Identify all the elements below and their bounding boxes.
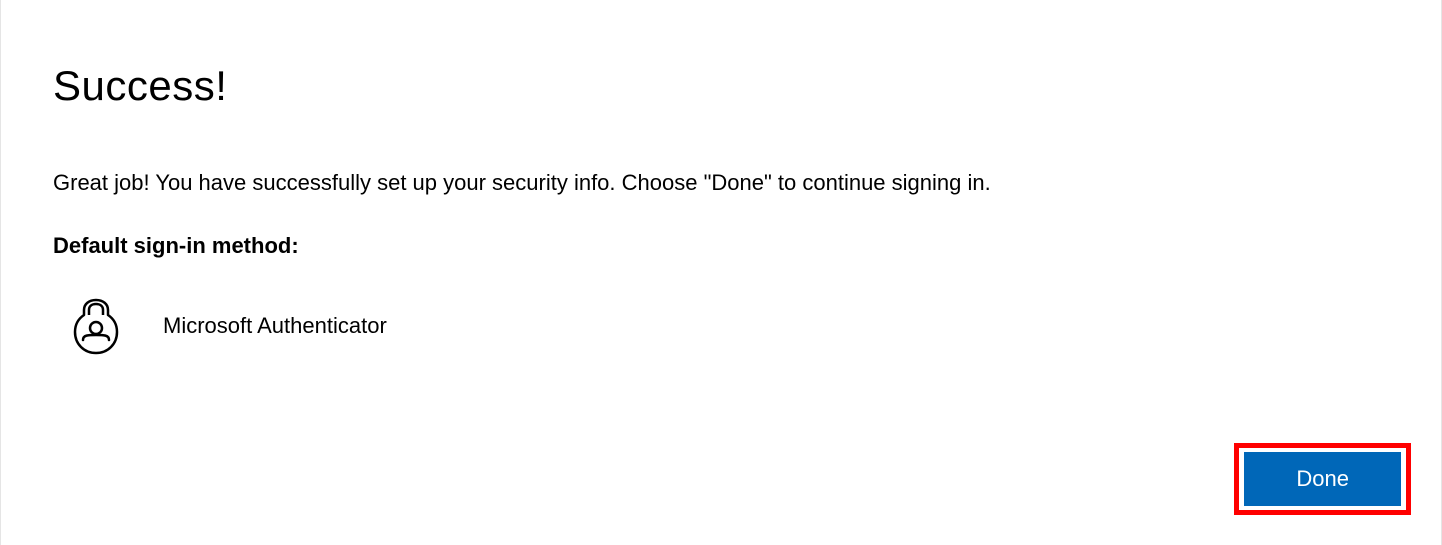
done-button[interactable]: Done [1244, 452, 1401, 506]
default-method-row: Microsoft Authenticator [71, 297, 1389, 355]
page-title: Success! [53, 62, 1389, 110]
success-panel: Success! Great job! You have successfull… [1, 0, 1441, 355]
default-method-label: Default sign-in method: [53, 233, 1389, 259]
default-method-name: Microsoft Authenticator [163, 313, 387, 339]
done-button-highlight: Done [1234, 443, 1411, 515]
success-description: Great job! You have successfully set up … [53, 168, 1389, 199]
authenticator-icon [71, 297, 121, 355]
